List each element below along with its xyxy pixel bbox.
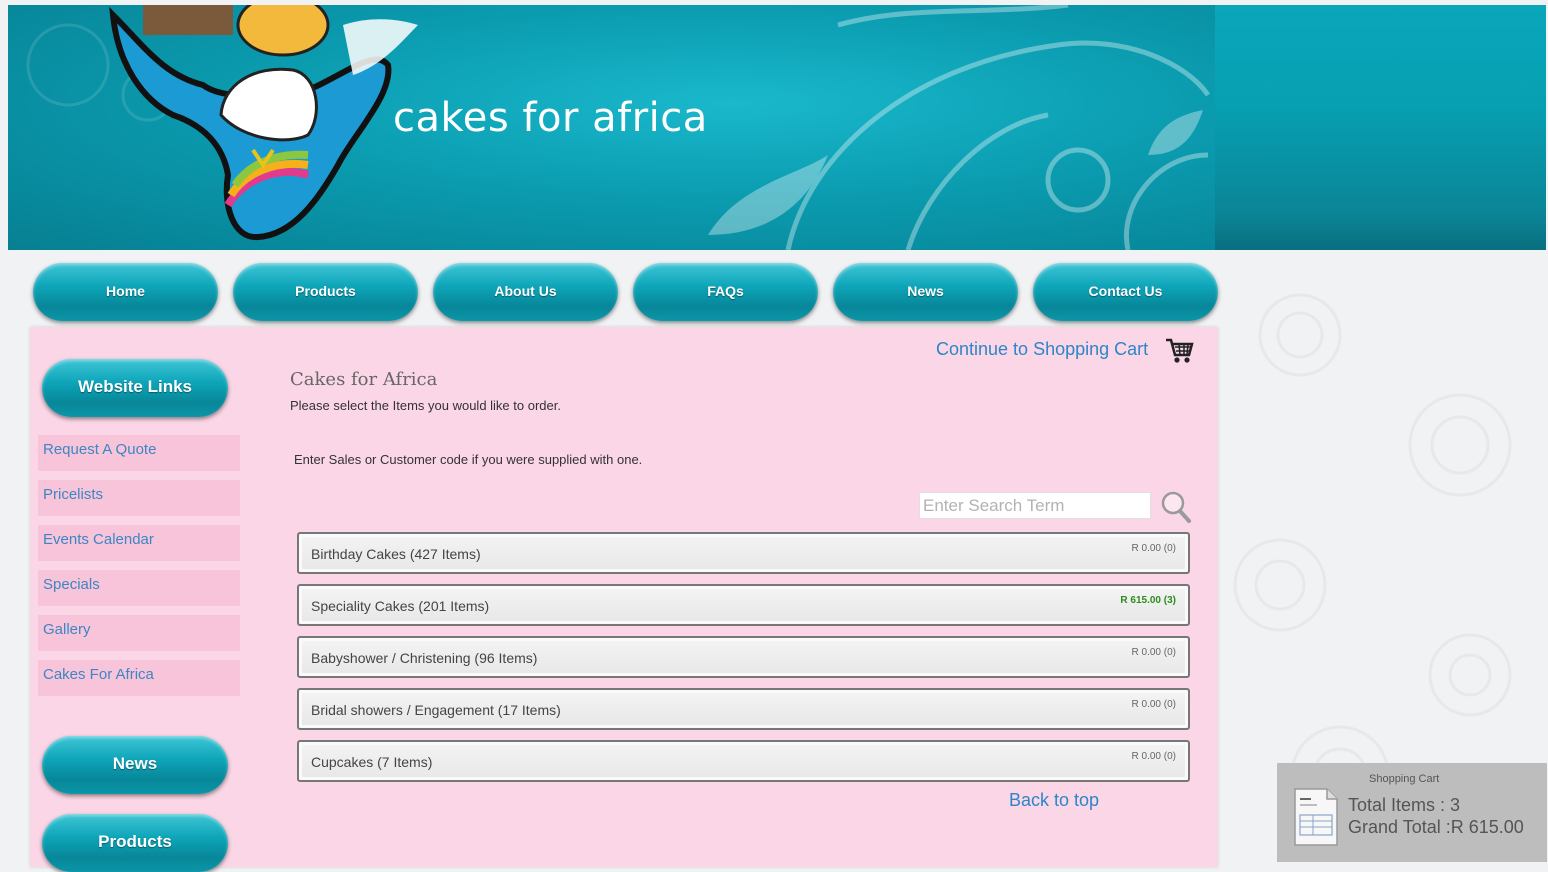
content-panel: Website Links Request A Quote Pricelists… <box>30 327 1218 872</box>
main-navigation: Home Products About Us FAQs News Contact… <box>33 263 1223 323</box>
sidebar-link-request-a-quote[interactable]: Request A Quote <box>38 435 240 471</box>
site-title: cakes for africa <box>393 95 708 141</box>
category-total: R 0.00 (0) <box>1131 647 1176 658</box>
sidebar-website-links-heading[interactable]: Website Links <box>42 359 228 417</box>
sidebar-link-gallery[interactable]: Gallery <box>38 615 240 651</box>
category-row-bridal-showers-engagement[interactable]: Bridal showers / Engagement (17 Items) R… <box>297 688 1190 730</box>
cart-total-items: Total Items : 3 <box>1348 795 1461 815</box>
category-name: Speciality Cakes (201 Items) <box>311 598 490 614</box>
shopping-cart-icon[interactable] <box>1164 337 1194 365</box>
category-row-speciality-cakes[interactable]: Speciality Cakes (201 Items) R 615.00 (3… <box>297 584 1190 626</box>
sidebar-links: Request A Quote Pricelists Events Calend… <box>38 435 240 705</box>
category-name: Cupcakes (7 Items) <box>311 754 433 770</box>
sidebar-news-button[interactable]: News <box>42 736 228 794</box>
nav-products-button[interactable]: Products <box>233 263 418 321</box>
category-row-babyshower-christening[interactable]: Babyshower / Christening (96 Items) R 0.… <box>297 636 1190 678</box>
nav-news-button[interactable]: News <box>833 263 1018 321</box>
category-row-cupcakes[interactable]: Cupcakes (7 Items) R 0.00 (0) <box>297 740 1190 782</box>
category-total: R 0.00 (0) <box>1131 699 1176 710</box>
cart-widget-title: Shopping Cart <box>1369 773 1440 785</box>
page-subtitle: Please select the Items you would like t… <box>290 398 561 413</box>
cart-grand-total: Grand Total :R 615.00 <box>1348 817 1524 837</box>
nav-home-button[interactable]: Home <box>33 263 218 321</box>
nav-about-us-button[interactable]: About Us <box>433 263 618 321</box>
category-total: R 0.00 (0) <box>1131 751 1176 762</box>
category-row-birthday-cakes[interactable]: Birthday Cakes (427 Items) R 0.00 (0) <box>297 532 1190 574</box>
sidebar-link-specials[interactable]: Specials <box>38 570 240 606</box>
category-total: R 615.00 (3) <box>1120 595 1176 606</box>
invoice-icon <box>1294 788 1338 846</box>
back-to-top-link[interactable]: Back to top <box>1009 790 1099 811</box>
search-icon[interactable] <box>1160 490 1192 524</box>
category-name: Bridal showers / Engagement (17 Items) <box>311 702 561 718</box>
shopping-cart-widget[interactable]: Shopping Cart Total Items : 3 Grand Tota… <box>1277 763 1547 862</box>
sidebar-link-events-calendar[interactable]: Events Calendar <box>38 525 240 561</box>
header-banner: cakes for africa <box>8 5 1215 250</box>
category-name: Babyshower / Christening (96 Items) <box>311 650 538 666</box>
sidebar-link-pricelists[interactable]: Pricelists <box>38 480 240 516</box>
nav-faqs-button[interactable]: FAQs <box>633 263 818 321</box>
category-total: R 0.00 (0) <box>1131 543 1176 554</box>
page-title: Cakes for Africa <box>290 369 438 390</box>
sidebar-link-cakes-for-africa[interactable]: Cakes For Africa <box>38 660 240 696</box>
africa-chef-mascot-logo <box>109 5 418 240</box>
search-input[interactable] <box>919 492 1151 519</box>
sidebar-products-button[interactable]: Products <box>42 814 228 872</box>
nav-contact-us-button[interactable]: Contact Us <box>1033 263 1218 321</box>
continue-to-shopping-cart-link[interactable]: Continue to Shopping Cart <box>936 339 1148 360</box>
category-list: Birthday Cakes (427 Items) R 0.00 (0) Sp… <box>297 532 1190 792</box>
site-header: cakes for africa <box>8 5 1546 250</box>
customer-code-note: Enter Sales or Customer code if you were… <box>294 452 643 467</box>
category-name: Birthday Cakes (427 Items) <box>311 546 481 562</box>
